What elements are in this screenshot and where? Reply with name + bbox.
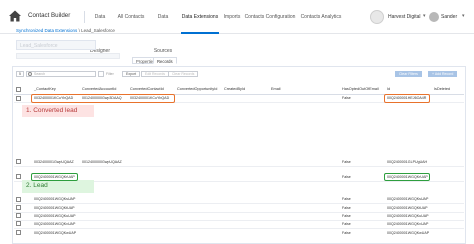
cell-id: 00Q2400001WGQKwUAP: [387, 231, 430, 235]
cell-id: 00Q2400001GLPUgUAH: [387, 160, 428, 164]
column-header[interactable]: HasOptedOutOfEmail: [342, 87, 379, 91]
row-checkbox[interactable]: [16, 213, 21, 218]
cell-id: 00Q2400001WGQKvUAP: [387, 222, 429, 226]
cell-opted-out: False: [342, 231, 351, 235]
lead-id-highlight: [384, 173, 430, 181]
cell-id: 00Q2400001WGQKtUAP: [387, 206, 428, 210]
cell-id: 00Q2400001WGQKsUAP: [387, 197, 429, 201]
cell-contact-key: 0032400001GwpUQAAZ: [34, 160, 74, 164]
converted-lead-ids-highlight: [31, 94, 175, 103]
page-title: Lead_Salesforce: [16, 40, 96, 50]
lead-key-highlight: [31, 173, 78, 181]
row-checkbox[interactable]: [16, 197, 21, 202]
column-header[interactable]: Id: [387, 87, 390, 91]
cell-contact-key: 00Q2400001WGQKtUAP: [34, 206, 75, 210]
cell-opted-out: False: [342, 160, 351, 164]
cell-opted-out: False: [342, 175, 351, 179]
breadcrumb-current: Lead_Salesforce: [81, 28, 115, 33]
row-checkbox[interactable]: [16, 205, 21, 210]
column-header[interactable]: _ContactKey: [34, 87, 56, 91]
export-button[interactable]: Export: [122, 71, 141, 77]
row-checkbox[interactable]: [16, 174, 21, 179]
org-logo: [370, 10, 384, 24]
tab-contacts-analytics[interactable]: Contacts Analytics: [300, 0, 342, 34]
row-checkbox[interactable]: [16, 96, 21, 101]
cell-converted-account-id: 0012400000GwpUQAAZ: [82, 160, 122, 164]
row-divider: [14, 166, 464, 167]
add-record-button[interactable]: + Add Record: [428, 71, 458, 77]
select-all-checkbox[interactable]: [16, 87, 21, 92]
cell-contact-key: 00Q2400001WGQKwUAP: [34, 231, 77, 235]
cell-opted-out: False: [342, 96, 351, 100]
column-header[interactable]: IsDeleted: [434, 87, 450, 91]
column-header[interactable]: ConvertedOpportunityId: [177, 87, 217, 91]
page-subtitle: [16, 53, 120, 59]
column-header[interactable]: ConvertedAccountId: [82, 87, 116, 91]
clear-filters-button[interactable]: Clear Filters: [395, 71, 422, 77]
search-icon: [28, 72, 32, 76]
chevron-down-icon[interactable]: ▾: [462, 13, 465, 19]
cell-opted-out: False: [342, 214, 351, 218]
converted-lead-annotation: 1. Converted lead: [22, 105, 94, 117]
user-name[interactable]: Sander: [441, 14, 457, 20]
chevron-down-icon[interactable]: ▾: [423, 13, 426, 19]
row-checkbox[interactable]: [16, 159, 21, 164]
cell-contact-key: 00Q2400001WGQKuUAP: [34, 214, 76, 218]
refresh-icon[interactable]: [98, 71, 104, 77]
breadcrumb-link[interactable]: Synchronized Data Extensions: [16, 28, 77, 33]
row-divider: [14, 220, 464, 221]
column-header[interactable]: Email: [271, 87, 281, 91]
cell-opted-out: False: [342, 197, 351, 201]
row-checkbox[interactable]: [16, 221, 21, 226]
filter-label[interactable]: Filter: [106, 72, 114, 76]
tab-imports[interactable]: Imports: [222, 0, 242, 34]
edit-records-button[interactable]: Edit Records: [141, 71, 170, 77]
page-size-select[interactable]: 5: [16, 71, 24, 77]
tab-all-contacts[interactable]: All Contacts: [116, 0, 146, 34]
tab-contacts-configuration[interactable]: Contacts Configuration: [244, 0, 296, 34]
org-name[interactable]: Harvest Digital: [388, 14, 421, 20]
column-header[interactable]: CreatedById: [224, 87, 245, 91]
converted-lead-id-highlight: [384, 94, 430, 103]
nav-divider: [84, 11, 85, 23]
row-divider: [14, 203, 464, 204]
app-title: Contact Builder: [28, 12, 71, 19]
lead-annotation: 2. Lead: [22, 180, 94, 193]
cell-opted-out: False: [342, 206, 351, 210]
row-divider: [14, 212, 464, 213]
row-checkbox[interactable]: [16, 230, 21, 235]
cell-contact-key: 00Q2400001WGQKvUAP: [34, 222, 76, 226]
tab-records[interactable]: Records: [153, 57, 177, 64]
avatar[interactable]: [429, 12, 439, 22]
column-header[interactable]: ConvertedContactId: [130, 87, 164, 91]
tab-data-sources[interactable]: Data Sources: [148, 0, 178, 54]
clear-records-button[interactable]: Clear Records: [168, 71, 199, 77]
row-divider: [14, 228, 464, 229]
cell-id: 00Q2400001WGQKuUAP: [387, 214, 429, 218]
search-placeholder: Search: [34, 72, 46, 76]
cell-contact-key: 00Q2400001WGQKsUAP: [34, 197, 76, 201]
breadcrumb: Synchronized Data Extensions \ Lead_Sale…: [16, 28, 115, 33]
home-icon[interactable]: [8, 9, 22, 23]
cell-opted-out: False: [342, 222, 351, 226]
tab-data-extensions[interactable]: Data Extensions: [181, 0, 219, 34]
